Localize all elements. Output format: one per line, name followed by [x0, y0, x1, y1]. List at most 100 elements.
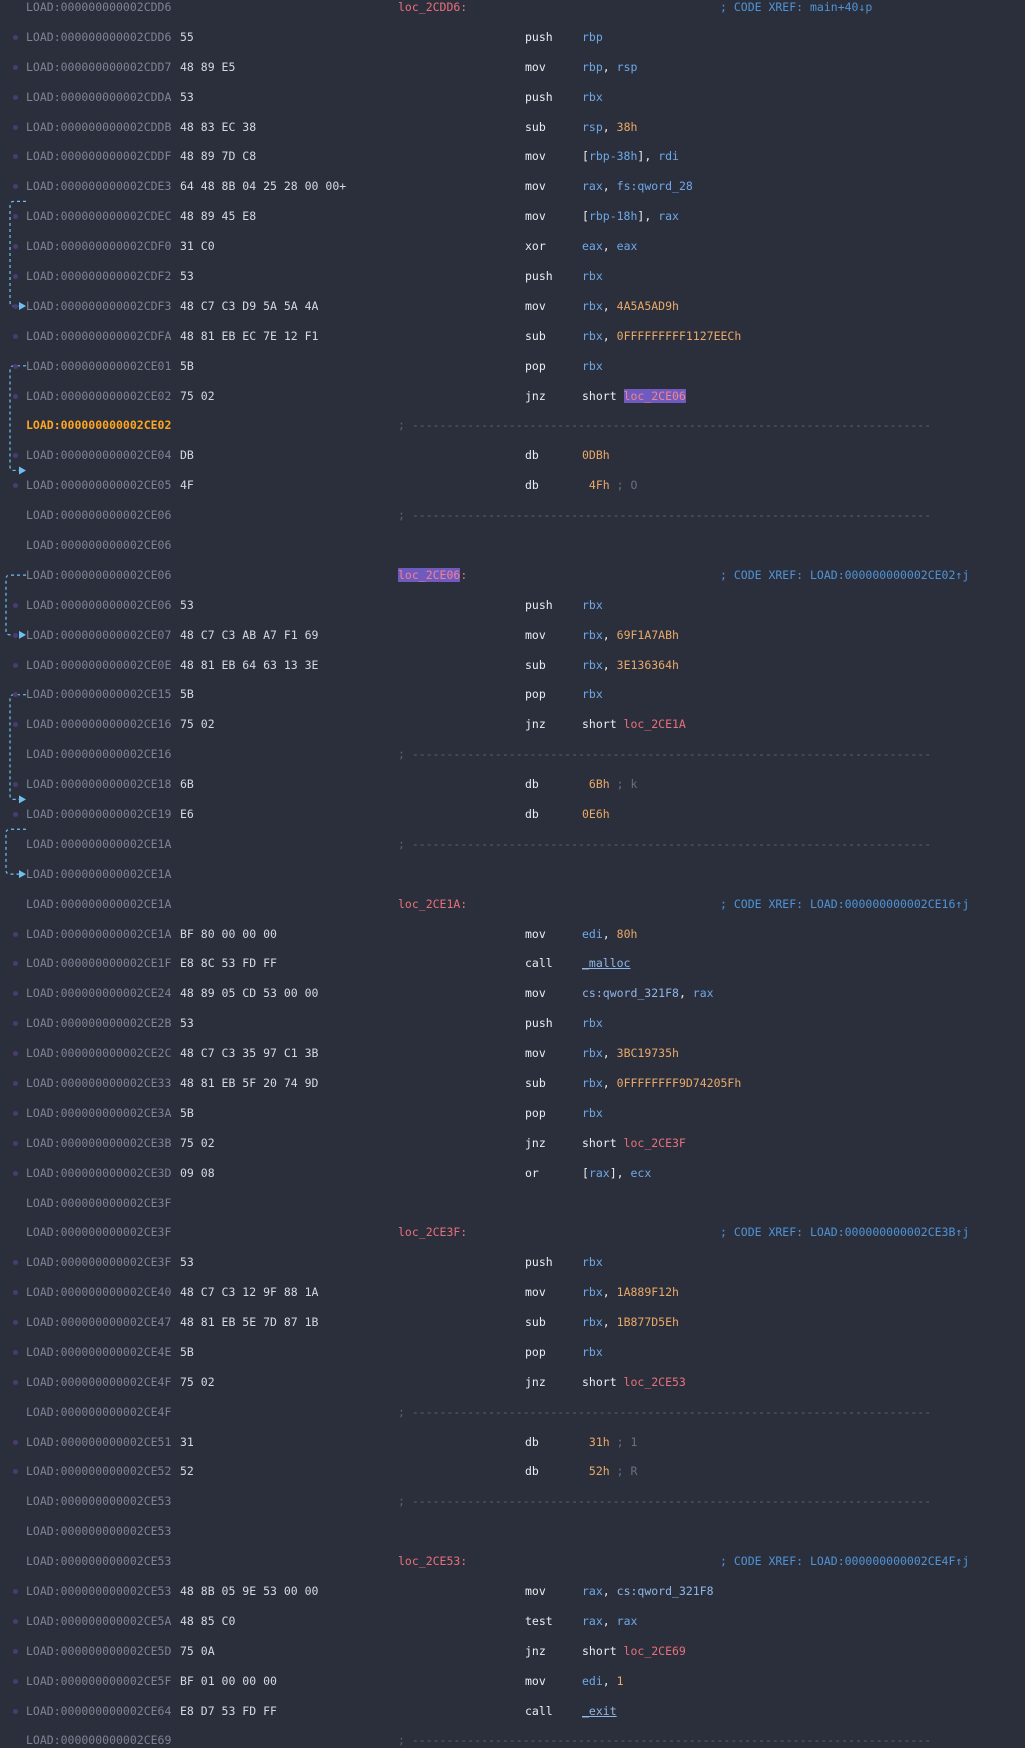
breakpoint-dot-icon[interactable] — [13, 1110, 18, 1116]
disassembly-line[interactable]: LOAD:000000000002CDD6 55 push rbp — [0, 30, 1025, 45]
instruction-mnemonic[interactable]: sub — [525, 329, 546, 344]
instruction-mnemonic[interactable]: db — [525, 1464, 539, 1479]
instruction-operands[interactable]: 0DBh — [582, 448, 610, 463]
breakpoint-dot-icon[interactable] — [13, 154, 18, 160]
disassembly-line[interactable]: LOAD:000000000002CE1A loc_2CE1A: ; CODE XR… — [0, 897, 1025, 912]
breakpoint-dot-icon[interactable] — [13, 244, 18, 250]
disassembly-line[interactable]: LOAD:000000000002CDFA 48 81 EB EC 7E 12 F… — [0, 329, 1025, 344]
disassembly-line[interactable]: LOAD:000000000002CE06 ; -----------------… — [0, 508, 1025, 523]
instruction-mnemonic[interactable]: push — [525, 1016, 553, 1031]
disassembly-line[interactable]: LOAD:000000000002CE1A ; -----------------… — [0, 837, 1025, 852]
disassembly-line[interactable]: LOAD:000000000002CE1F E8 8C 53 FD FF call _… — [0, 956, 1025, 971]
instruction-mnemonic[interactable]: db — [525, 777, 539, 792]
disassembly-line[interactable]: LOAD:000000000002CDE3 64 48 8B 04 25 28 0… — [0, 179, 1025, 194]
instruction-operands[interactable]: rbx — [582, 359, 603, 374]
breakpoint-dot-icon[interactable] — [13, 662, 18, 668]
breakpoint-dot-icon[interactable] — [13, 1021, 18, 1027]
instruction-mnemonic[interactable]: db — [525, 478, 539, 493]
instruction-mnemonic[interactable]: sub — [525, 1315, 546, 1330]
breakpoint-dot-icon[interactable] — [13, 722, 18, 728]
instruction-operands[interactable]: rbx, 69F1A7ABh — [582, 628, 679, 643]
disassembly-line[interactable]: LOAD:000000000002CE3B 75 02 jnz short loc_2… — [0, 1136, 1025, 1151]
disassembly-line[interactable]: LOAD:000000000002CE0E 48 81 EB 64 63 13 3… — [0, 658, 1025, 673]
instruction-operands[interactable]: rbx — [582, 269, 603, 284]
instruction-mnemonic[interactable]: mov — [525, 299, 546, 314]
disassembly-line[interactable]: LOAD:000000000002CE24 48 89 05 CD 53 00 0… — [0, 986, 1025, 1001]
disassembly-line[interactable]: LOAD:000000000002CE51 31 db 31h ; 1 — [0, 1435, 1025, 1450]
disassembly-line[interactable]: LOAD:000000000002CE53 loc_2CE53: ; CODE XR… — [0, 1554, 1025, 1569]
breakpoint-dot-icon[interactable] — [13, 811, 18, 817]
xref-comment[interactable]: ; CODE XREF: LOAD:000000000002CE16↑j — [720, 897, 969, 912]
disassembly-line[interactable]: LOAD:000000000002CDD6 loc_2CDD6: ; CODE XR… — [0, 0, 1025, 15]
disassembly-line[interactable]: LOAD:000000000002CE06 53 push rbx — [0, 598, 1025, 613]
instruction-mnemonic[interactable]: push — [525, 1255, 553, 1270]
disassembly-line[interactable]: LOAD:000000000002CE1A BF 80 00 00 00 mov ed… — [0, 927, 1025, 942]
disassembly-line[interactable]: LOAD:000000000002CE2C 48 C7 C3 35 97 C1 3… — [0, 1046, 1025, 1061]
instruction-operands[interactable]: _malloc — [582, 956, 630, 971]
instruction-operands[interactable]: short loc_2CE1A — [582, 717, 686, 732]
breakpoint-dot-icon[interactable] — [13, 1439, 18, 1445]
breakpoint-dot-icon[interactable] — [13, 1678, 18, 1684]
disassembly-line[interactable]: LOAD:000000000002CE53 — [0, 1524, 1025, 1539]
instruction-operands[interactable]: 52h ; R — [582, 1464, 637, 1479]
instruction-mnemonic[interactable]: push — [525, 90, 553, 105]
breakpoint-dot-icon[interactable] — [13, 1260, 18, 1266]
instruction-mnemonic[interactable]: pop — [525, 359, 546, 374]
instruction-operands[interactable]: rbx, 4A5A5AD9h — [582, 299, 679, 314]
instruction-mnemonic[interactable]: sub — [525, 1076, 546, 1091]
disassembly-line[interactable]: LOAD:000000000002CE01 5B pop rbx — [0, 359, 1025, 374]
xref-comment[interactable]: ; CODE XREF: main+40↓p — [720, 0, 872, 15]
disassembly-line[interactable]: LOAD:000000000002CDF0 31 C0 xor eax, eax — [0, 239, 1025, 254]
disassembly-line[interactable]: LOAD:000000000002CE5A 48 85 C0 test rax, ra… — [0, 1614, 1025, 1629]
instruction-operands[interactable]: rbx, 0FFFFFFFF9D74205Fh — [582, 1076, 741, 1091]
instruction-operands[interactable]: [rax], ecx — [582, 1166, 651, 1181]
instruction-mnemonic[interactable]: pop — [525, 1345, 546, 1360]
disassembly-line[interactable]: LOAD:000000000002CE64 E8 D7 53 FD FF call _… — [0, 1704, 1025, 1719]
instruction-operands[interactable]: rbx, 1A889F12h — [582, 1285, 679, 1300]
disassembly-line[interactable]: LOAD:000000000002CDD7 48 89 E5 mov rbp, rsp — [0, 60, 1025, 75]
instruction-mnemonic[interactable]: jnz — [525, 1375, 546, 1390]
instruction-operands[interactable]: rax, cs:qword_321F8 — [582, 1584, 714, 1599]
disassembly-line[interactable]: LOAD:000000000002CE4E 5B pop rbx — [0, 1345, 1025, 1360]
breakpoint-dot-icon[interactable] — [13, 393, 18, 399]
breakpoint-dot-icon[interactable] — [13, 184, 18, 190]
breakpoint-dot-icon[interactable] — [13, 1469, 18, 1475]
disassembly-line[interactable]: LOAD:000000000002CE2B 53 push rbx — [0, 1016, 1025, 1031]
instruction-operands[interactable]: 6Bh ; k — [582, 777, 637, 792]
instruction-mnemonic[interactable]: pop — [525, 1106, 546, 1121]
breakpoint-dot-icon[interactable] — [13, 483, 18, 489]
instruction-mnemonic[interactable]: sub — [525, 120, 546, 135]
instruction-operands[interactable]: 4Fh ; O — [582, 478, 637, 493]
disassembly-line[interactable]: LOAD:000000000002CE69 ; -----------------… — [0, 1733, 1025, 1748]
instruction-mnemonic[interactable]: mov — [525, 927, 546, 942]
breakpoint-dot-icon[interactable] — [13, 273, 18, 279]
disassembly-line[interactable]: LOAD:000000000002CDDB 48 83 EC 38 sub rsp, … — [0, 120, 1025, 135]
breakpoint-dot-icon[interactable] — [13, 1349, 18, 1355]
disassembly-line[interactable]: LOAD:000000000002CE5D 75 0A jnz short loc_2… — [0, 1644, 1025, 1659]
breakpoint-dot-icon[interactable] — [13, 1618, 18, 1624]
instruction-mnemonic[interactable]: mov — [525, 179, 546, 194]
instruction-operands[interactable]: edi, 80h — [582, 927, 637, 942]
xref-comment[interactable]: ; CODE XREF: LOAD:000000000002CE02↑j — [720, 568, 969, 583]
instruction-mnemonic[interactable]: db — [525, 448, 539, 463]
breakpoint-dot-icon[interactable] — [13, 124, 18, 130]
instruction-mnemonic[interactable]: jnz — [525, 1136, 546, 1151]
disassembly-rows[interactable]: LOAD:000000000002CDD6 loc_2CDD6: ; CODE XR… — [0, 0, 1025, 1747]
instruction-mnemonic[interactable]: mov — [525, 60, 546, 75]
disassembly-line[interactable]: LOAD:000000000002CE02 ; -----------------… — [0, 418, 1025, 433]
instruction-operands[interactable]: rbx — [582, 1255, 603, 1270]
breakpoint-dot-icon[interactable] — [13, 333, 18, 339]
disassembly-line[interactable]: LOAD:000000000002CE3F 53 push rbx — [0, 1255, 1025, 1270]
disassembly-line[interactable]: LOAD:000000000002CE4F ; -----------------… — [0, 1405, 1025, 1420]
disassembly-line[interactable]: LOAD:000000000002CE16 ; -----------------… — [0, 747, 1025, 762]
disassembly-line[interactable]: LOAD:000000000002CE06 — [0, 538, 1025, 553]
disassembly-line[interactable]: LOAD:000000000002CDEC 48 89 45 E8 mov [rbp-… — [0, 209, 1025, 224]
instruction-mnemonic[interactable]: mov — [525, 1046, 546, 1061]
breakpoint-dot-icon[interactable] — [13, 782, 18, 788]
disassembly-line[interactable]: LOAD:000000000002CE05 4F db 4Fh ; O — [0, 478, 1025, 493]
instruction-operands[interactable]: rax, rax — [582, 1614, 637, 1629]
disassembly-line[interactable]: LOAD:000000000002CDDF 48 89 7D C8 mov [rbp-… — [0, 149, 1025, 164]
instruction-operands[interactable]: rbx, 0FFFFFFFFF1127EECh — [582, 329, 741, 344]
instruction-operands[interactable]: rax, fs:qword_28 — [582, 179, 693, 194]
instruction-operands[interactable]: 0E6h — [582, 807, 610, 822]
